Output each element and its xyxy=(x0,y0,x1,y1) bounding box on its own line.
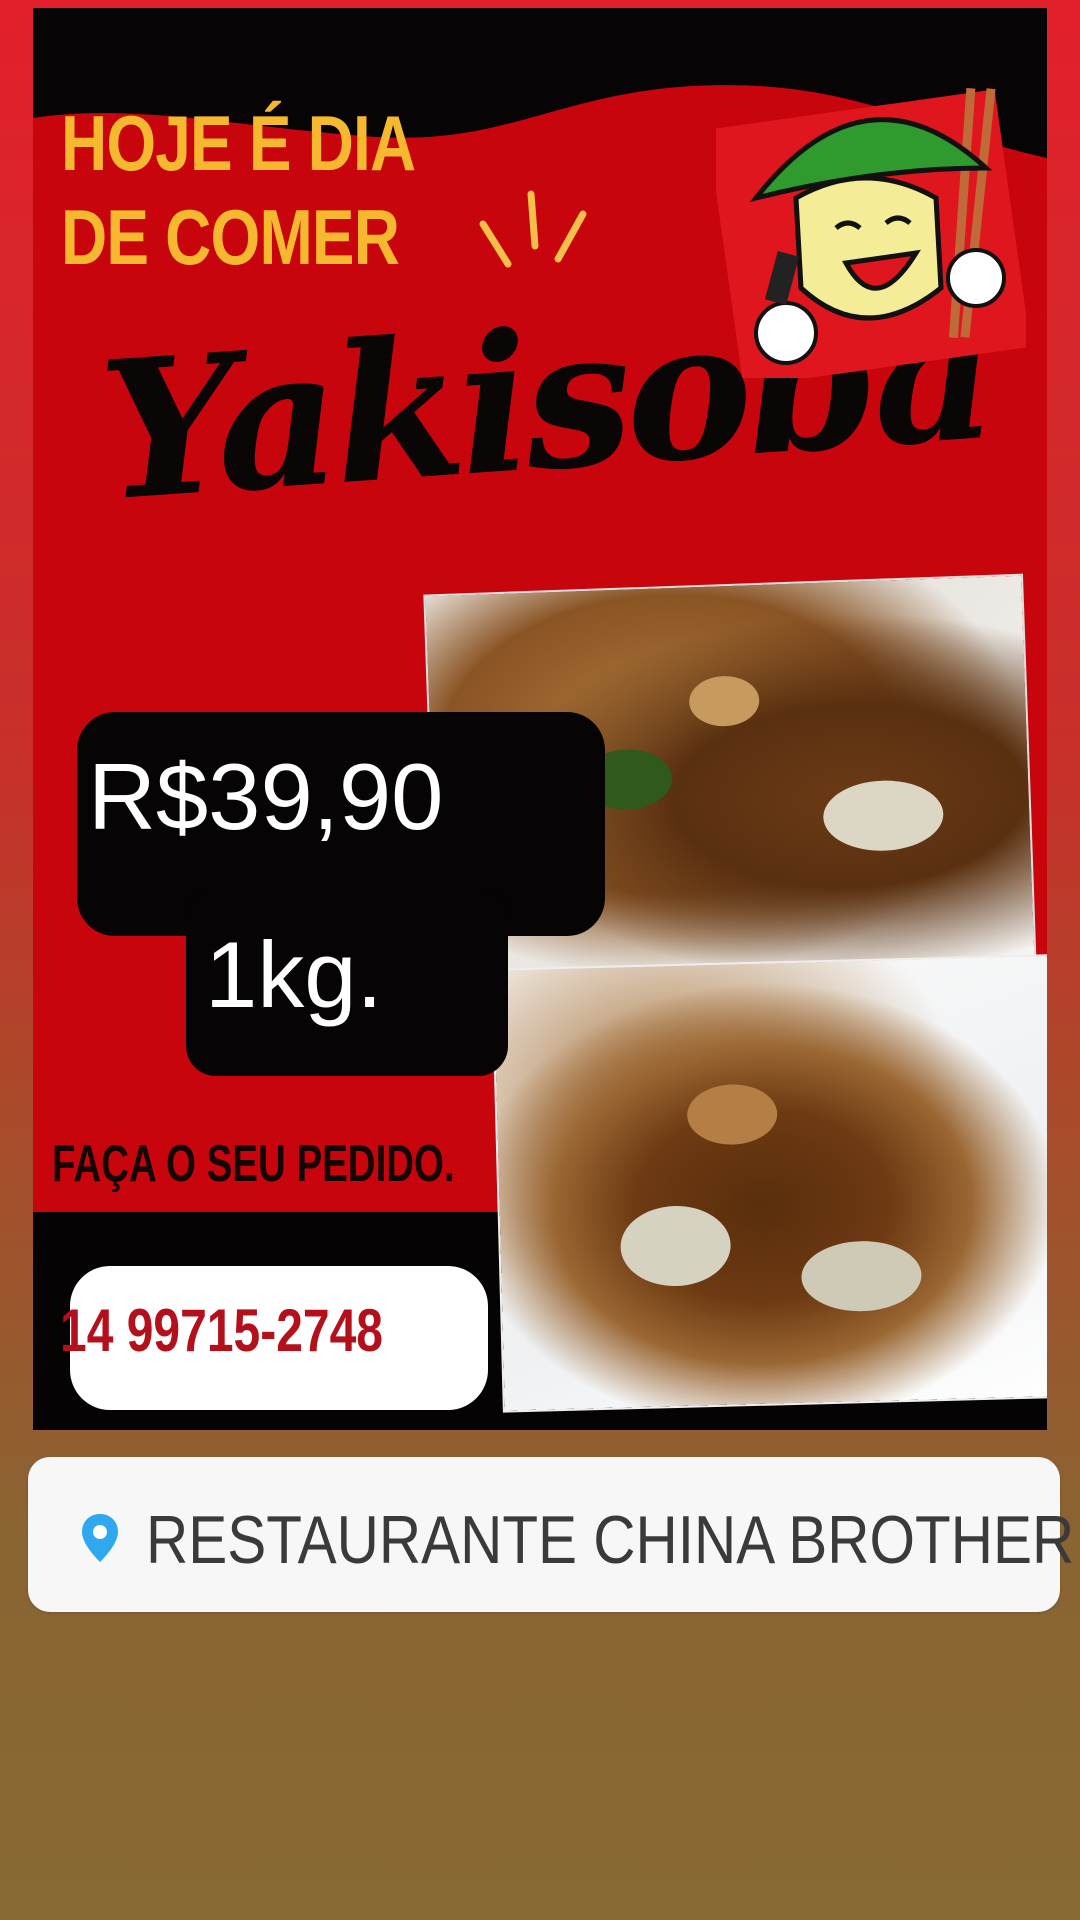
headline-line-1: HOJE É DIA xyxy=(61,99,416,187)
burst-lines-decoration xyxy=(479,190,587,268)
chef-mascot-logo xyxy=(716,88,1026,378)
headline: HOJE É DIA DE COMER xyxy=(61,96,416,284)
price-label: R$39,90 xyxy=(88,744,444,849)
script-title: Yakisoba xyxy=(93,259,997,608)
yakisoba-photo-bottom xyxy=(493,955,1047,1411)
quantity-label: 1kg. xyxy=(205,922,383,1027)
story-poster: HOJE É DIA DE COMER Yakisoba xyxy=(33,8,1047,1430)
headline-line-2: DE COMER xyxy=(61,193,400,281)
location-label: RESTAURANTE CHINA BROTHER xyxy=(146,1502,1075,1578)
location-pin-icon xyxy=(82,1514,118,1562)
phone-number: 14 99715-2748 xyxy=(60,1297,383,1364)
order-cta-text: FAÇA O SEU PEDIDO. xyxy=(52,1135,455,1193)
